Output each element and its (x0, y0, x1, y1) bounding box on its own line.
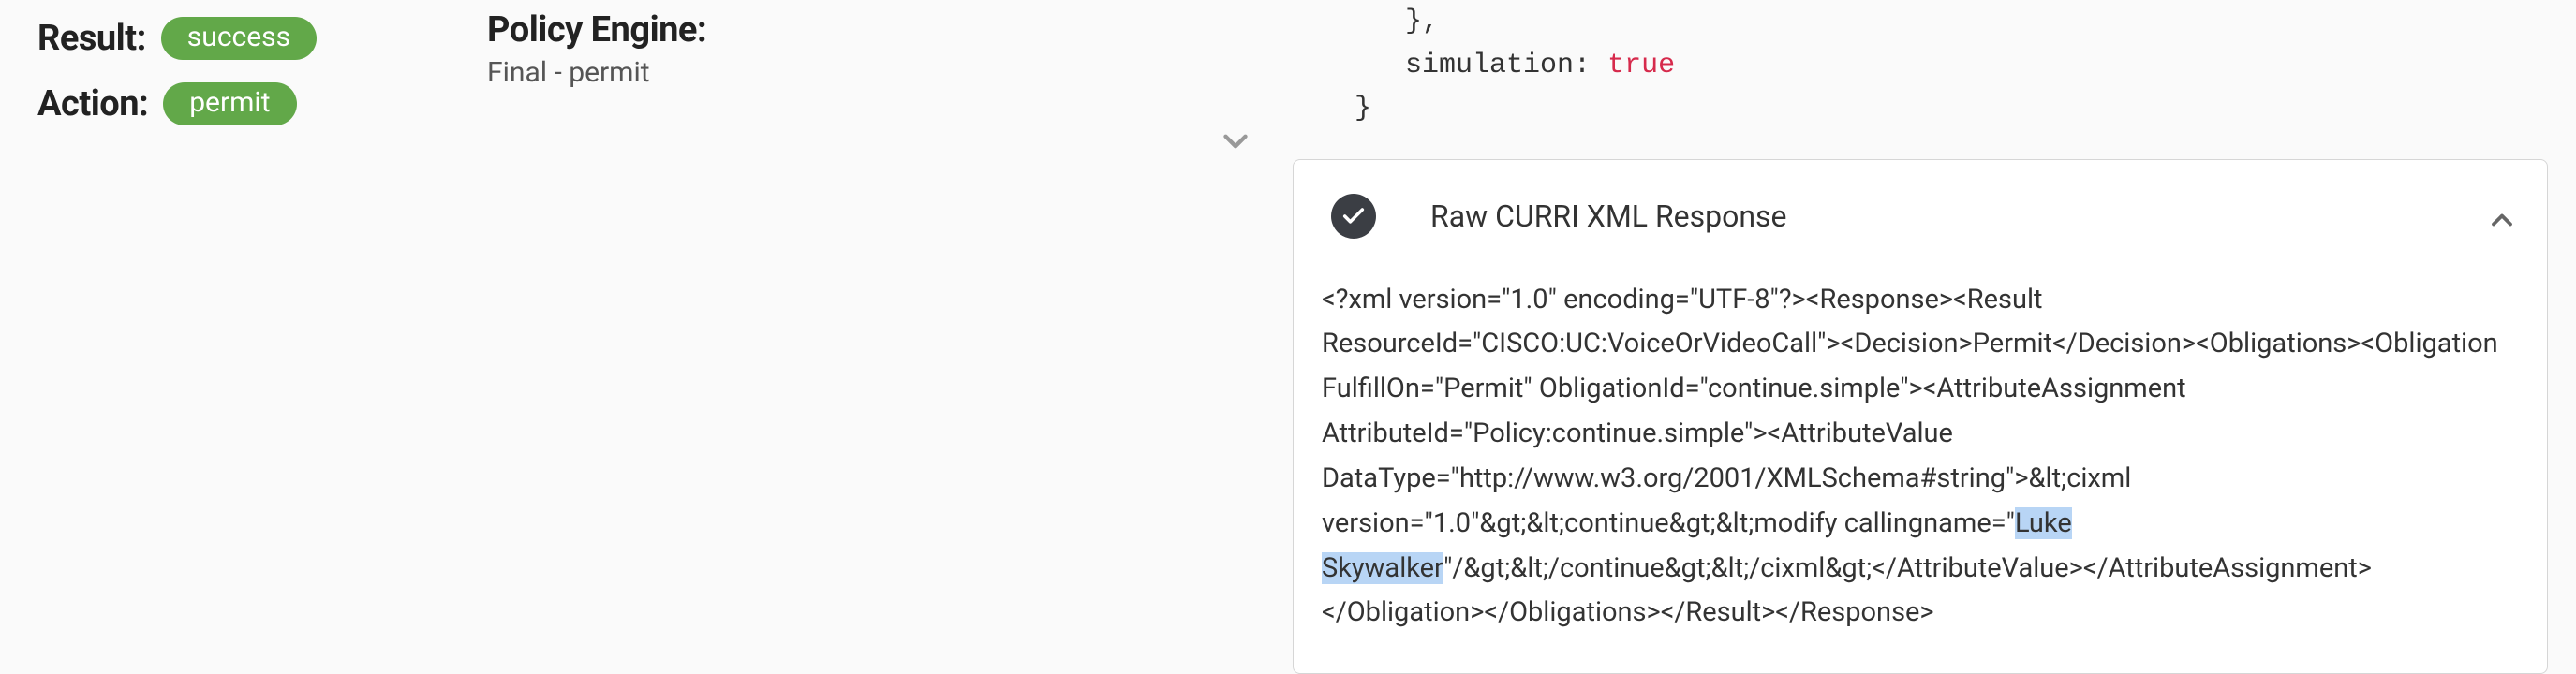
json-snippet: }, simulation: true } (1293, 0, 2548, 131)
xml-text: "/&gt;&lt;/continue&gt;&lt;/cixml&gt;</A… (1322, 552, 2372, 629)
action-row: Action: permit (37, 82, 450, 125)
code-key: simulation: (1405, 50, 1607, 81)
result-label: Result: (37, 18, 146, 59)
code-line: } (1321, 93, 1371, 125)
panel-header[interactable]: Raw CURRI XML Response (1294, 160, 2547, 272)
policy-engine-title: Policy Engine: (487, 9, 1293, 51)
code-line: }, (1321, 6, 1439, 37)
xml-text: <?xml version="1.0" encoding="UTF-8"?><R… (1322, 284, 2498, 539)
check-circle-icon (1331, 194, 1376, 239)
raw-response-panel: Raw CURRI XML Response <?xml version="1.… (1293, 159, 2548, 674)
details-column: }, simulation: true } Raw CURRI XML Resp… (1293, 0, 2576, 674)
code-value-true: true (1607, 50, 1675, 81)
result-row: Result: success (37, 17, 450, 60)
panel-title: Raw CURRI XML Response (1430, 198, 1787, 234)
chevron-down-icon[interactable] (1216, 122, 1255, 165)
xml-response-body: <?xml version="1.0" encoding="UTF-8"?><R… (1294, 272, 2547, 674)
action-badge: permit (163, 82, 296, 125)
chevron-up-icon[interactable] (2485, 203, 2519, 241)
summary-column: Result: success Action: permit (0, 0, 450, 148)
action-label: Action: (37, 83, 148, 125)
result-badge: success (161, 17, 317, 60)
policy-engine-value: Final - permit (487, 56, 1293, 89)
policy-column: Policy Engine: Final - permit (450, 0, 1293, 89)
